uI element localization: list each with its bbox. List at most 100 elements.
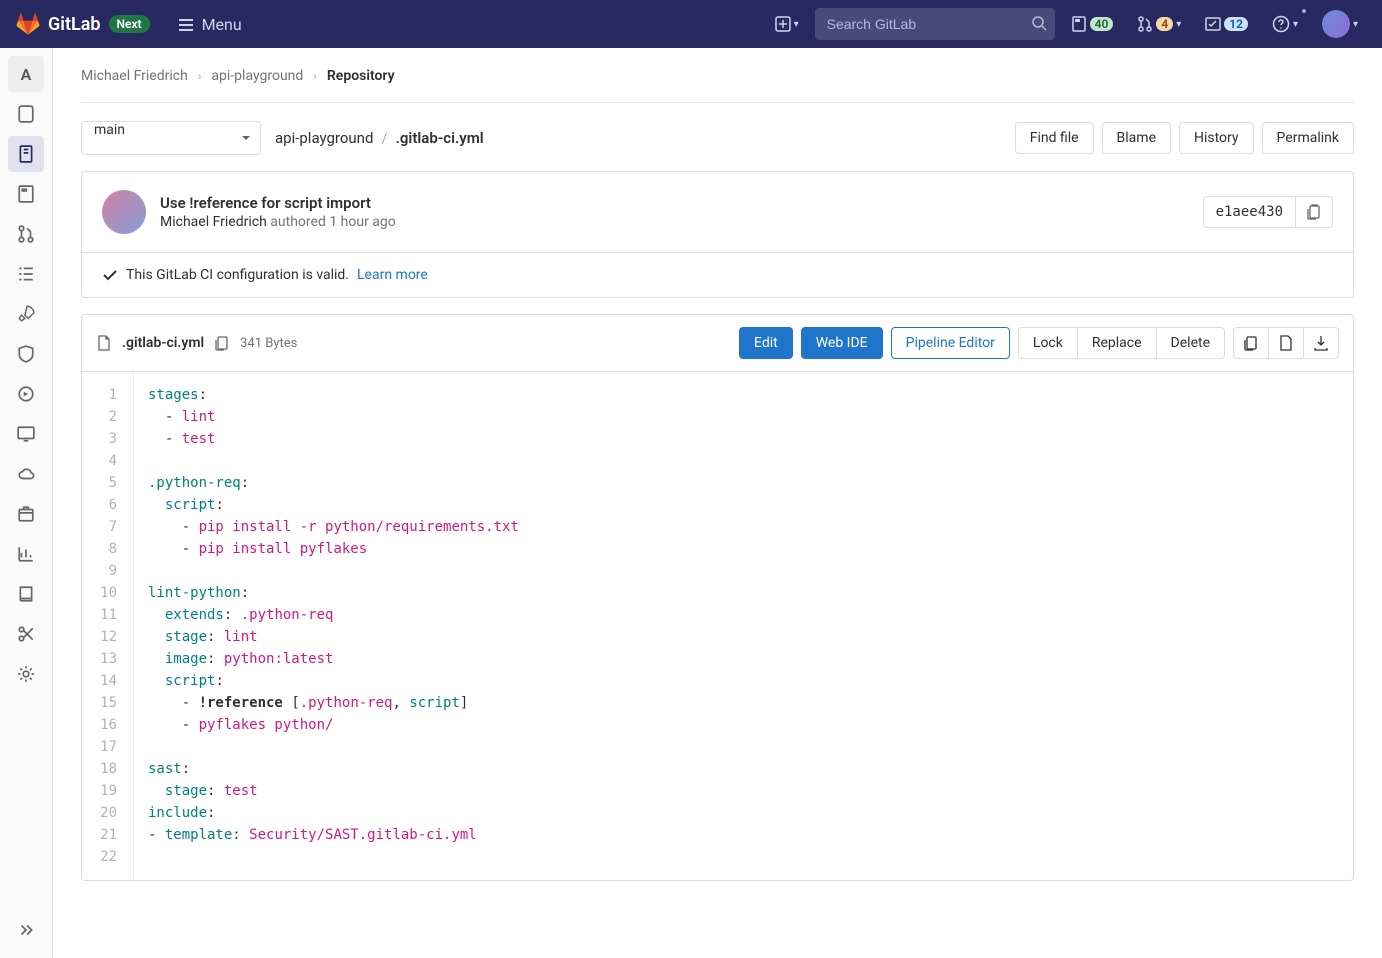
hamburger-icon <box>178 16 194 32</box>
permalink-button[interactable]: Permalink <box>1262 122 1354 154</box>
todos-link[interactable]: 12 <box>1197 10 1256 38</box>
replace-button[interactable]: Replace <box>1077 327 1156 359</box>
file-nav-actions: Find file Blame History Permalink <box>1015 122 1354 154</box>
merge-request-icon <box>1137 16 1153 32</box>
commit-sha[interactable]: e1aee430 <box>1203 196 1296 228</box>
left-sidebar: A <box>0 48 53 958</box>
sidebar-item-merge[interactable] <box>8 216 44 252</box>
file-icon <box>96 335 112 351</box>
sidebar-item-wiki[interactable] <box>8 576 44 612</box>
sidebar-item-infra[interactable] <box>8 456 44 492</box>
chart-icon <box>17 545 35 563</box>
clipboard-icon <box>1306 204 1322 220</box>
sidebar-item-packages[interactable] <box>8 496 44 532</box>
edit-button[interactable]: Edit <box>739 327 793 359</box>
mr-count: 4 <box>1156 17 1173 31</box>
sidebar-item-analytics[interactable] <box>8 536 44 572</box>
chevron-right-icon: › <box>313 69 317 83</box>
commit-avatar[interactable] <box>102 190 146 234</box>
code-content[interactable]: stages: - lint - test .python-req: scrip… <box>134 372 1353 880</box>
book-icon <box>17 585 35 603</box>
commit-author[interactable]: Michael Friedrich <box>160 214 267 230</box>
search-icon <box>1031 15 1047 31</box>
file-name: .gitlab-ci.yml <box>122 335 204 351</box>
sidebar-item-info[interactable] <box>8 96 44 132</box>
copy-contents-button[interactable] <box>1233 327 1268 359</box>
next-badge[interactable]: Next <box>109 15 150 33</box>
scissors-icon <box>17 625 35 643</box>
raw-button[interactable] <box>1268 327 1303 359</box>
ci-status-text: This GitLab CI configuration is valid. <box>126 267 349 283</box>
download-icon <box>1313 335 1329 351</box>
mr-icon <box>17 225 35 243</box>
gear-icon <box>17 665 35 683</box>
sidebar-item-repository[interactable] <box>8 136 44 172</box>
pipeline-editor-button[interactable]: Pipeline Editor <box>891 327 1010 359</box>
menu-toggle[interactable]: Menu <box>170 9 250 40</box>
issues-count: 40 <box>1090 17 1114 31</box>
sidebar-item-issues[interactable] <box>8 176 44 212</box>
user-menu[interactable]: ▾ <box>1314 4 1366 44</box>
gitlab-fox-icon <box>16 12 40 36</box>
breadcrumb-owner[interactable]: Michael Friedrich <box>81 68 188 84</box>
file-header: .gitlab-ci.yml 341 Bytes Edit Web IDE Pi… <box>82 315 1353 372</box>
file-header-actions: Edit Web IDE Pipeline Editor Lock Replac… <box>739 327 1339 359</box>
help-icon <box>1272 15 1290 33</box>
blame-button[interactable]: Blame <box>1102 122 1171 154</box>
search-wrap <box>815 8 1055 40</box>
branch-name: main <box>94 122 125 138</box>
todos-count: 12 <box>1224 17 1248 31</box>
file-crud-group: Lock Replace Delete <box>1018 327 1225 359</box>
commit-meta: Michael Friedrich authored 1 hour ago <box>160 214 1189 230</box>
copy-sha-button[interactable] <box>1296 196 1333 228</box>
sidebar-item-cicd[interactable] <box>8 296 44 332</box>
webide-button[interactable]: Web IDE <box>801 327 883 359</box>
sidebar-item-requirements[interactable] <box>8 256 44 292</box>
commit-title[interactable]: Use !reference for script import <box>160 194 1189 212</box>
ci-status-row: This GitLab CI configuration is valid. L… <box>82 252 1353 297</box>
file-utility-group <box>1233 327 1339 359</box>
chevron-down-icon: ▾ <box>1353 19 1358 30</box>
commit-message: Use !reference for script import Michael… <box>160 194 1189 230</box>
copy-path-icon[interactable] <box>214 335 230 351</box>
gitlab-wordmark: GitLab <box>48 14 101 35</box>
download-button[interactable] <box>1303 327 1339 359</box>
sidebar-item-project[interactable]: A <box>8 56 44 92</box>
breadcrumb-project[interactable]: api-playground <box>211 68 303 84</box>
page-wrap: A Michael Friedrich › api-playground › R… <box>0 48 1382 958</box>
menu-label: Menu <box>202 15 242 34</box>
commit-time: 1 hour ago <box>329 214 395 230</box>
sidebar-item-settings[interactable] <box>8 656 44 692</box>
sidebar-item-monitor[interactable] <box>8 416 44 452</box>
plus-square-icon <box>775 16 791 32</box>
sidebar-item-deployments[interactable] <box>8 376 44 412</box>
todo-icon <box>1205 16 1221 32</box>
history-button[interactable]: History <box>1179 122 1254 154</box>
merge-requests-link[interactable]: 4 ▾ <box>1129 10 1189 38</box>
sidebar-item-security[interactable] <box>8 336 44 372</box>
issue-icon <box>17 185 35 203</box>
search-input[interactable] <box>815 8 1055 40</box>
sidebar-item-snippets[interactable] <box>8 616 44 652</box>
new-menu[interactable]: ▾ <box>767 10 807 38</box>
sidebar-collapse-toggle[interactable] <box>8 912 44 948</box>
gitlab-logo-link[interactable]: GitLab <box>16 12 101 36</box>
commit-header: Use !reference for script import Michael… <box>82 172 1353 252</box>
lock-button[interactable]: Lock <box>1018 327 1077 359</box>
commit-panel: Use !reference for script import Michael… <box>81 171 1354 298</box>
find-file-button[interactable]: Find file <box>1015 122 1094 154</box>
help-menu[interactable]: ▾ <box>1264 9 1306 39</box>
file-path: api-playground / .gitlab-ci.yml <box>275 129 484 147</box>
branch-select[interactable]: main <box>81 121 261 155</box>
chevron-down-icon: ▾ <box>1293 19 1298 30</box>
code-viewer: 12345678910111213141516171819202122 stag… <box>82 372 1353 880</box>
shield-icon <box>17 345 35 363</box>
issues-link[interactable]: 40 <box>1063 10 1122 38</box>
ci-learn-more-link[interactable]: Learn more <box>357 267 428 283</box>
delete-button[interactable]: Delete <box>1156 327 1225 359</box>
path-repo[interactable]: api-playground <box>275 129 373 147</box>
branch-row: main api-playground / .gitlab-ci.yml Fin… <box>81 121 1354 155</box>
chevron-down-icon: ▾ <box>1176 19 1181 30</box>
file-panel: .gitlab-ci.yml 341 Bytes Edit Web IDE Pi… <box>81 314 1354 881</box>
list-icon <box>17 265 35 283</box>
